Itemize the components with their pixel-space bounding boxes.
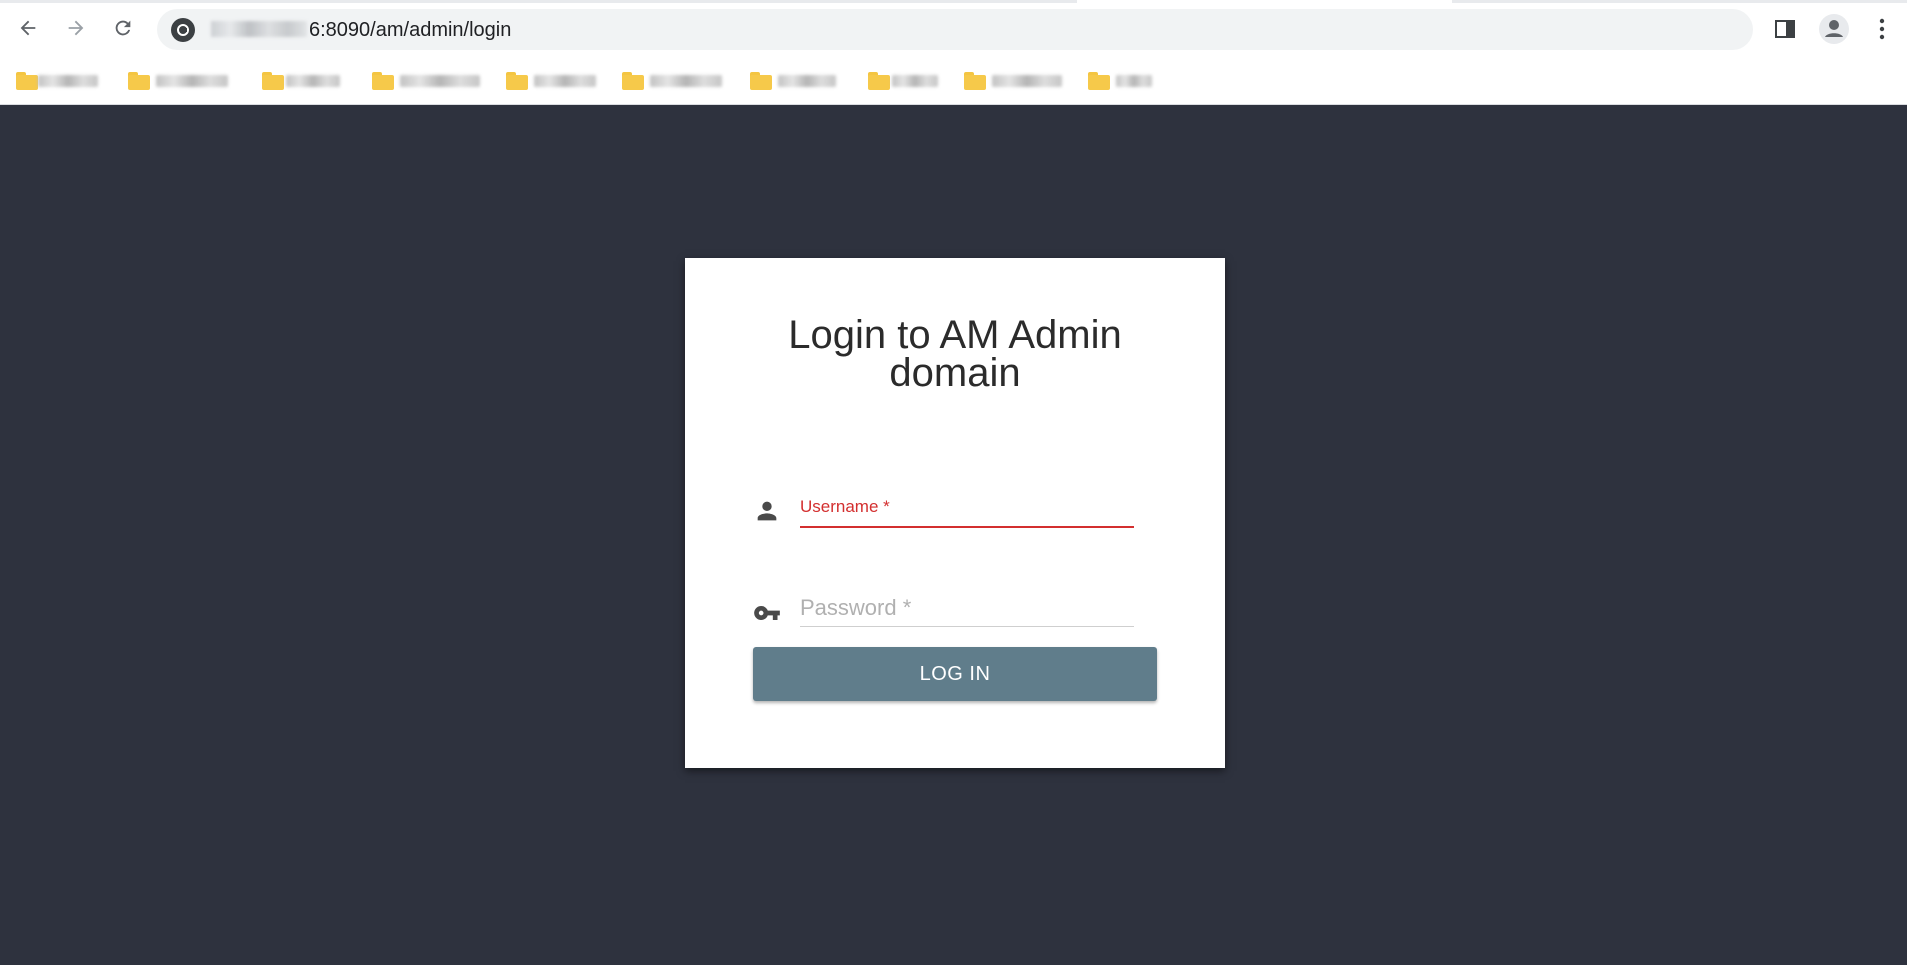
profile-avatar-icon	[1819, 14, 1849, 44]
folder-icon	[750, 72, 772, 90]
reload-button[interactable]	[109, 14, 137, 42]
bookmark-item[interactable]	[868, 67, 938, 95]
folder-icon	[964, 72, 986, 90]
bookmark-item[interactable]	[622, 67, 722, 95]
bookmark-item[interactable]	[750, 67, 836, 95]
folder-icon	[1088, 72, 1110, 90]
password-field[interactable]: Password *	[753, 571, 1153, 631]
username-underline	[800, 526, 1134, 528]
forward-button[interactable]	[62, 14, 90, 42]
person-icon	[757, 501, 777, 521]
bookmark-item[interactable]	[262, 67, 340, 95]
bookmark-item[interactable]	[128, 67, 228, 95]
back-button[interactable]	[14, 14, 42, 42]
folder-icon	[622, 72, 644, 90]
profile-button[interactable]	[1817, 12, 1851, 46]
side-panel-icon	[1775, 20, 1795, 38]
folder-icon	[16, 72, 38, 90]
browser-menu-button[interactable]	[1865, 12, 1899, 46]
bookmark-item[interactable]	[372, 67, 480, 95]
password-placeholder: Password *	[800, 595, 912, 620]
username-label: Username *	[800, 497, 890, 516]
side-panel-button[interactable]	[1768, 12, 1802, 46]
url-text: 6:8090/am/admin/login	[211, 19, 511, 42]
username-field[interactable]: Username *	[753, 471, 1153, 531]
tab-strip	[0, 0, 1907, 3]
browser-toolbar: 6:8090/am/admin/login	[0, 0, 1907, 57]
bookmark-item[interactable]	[16, 67, 98, 95]
password-underline	[800, 626, 1134, 627]
folder-icon	[868, 72, 890, 90]
more-vert-icon	[1879, 18, 1885, 40]
folder-icon	[262, 72, 284, 90]
url-host-redacted	[211, 21, 307, 37]
site-info-icon[interactable]	[171, 18, 195, 42]
bookmark-item[interactable]	[1088, 67, 1152, 95]
folder-icon	[128, 72, 150, 90]
key-icon	[754, 606, 780, 620]
login-card: Login to AM Admin domain Username * Pass…	[685, 258, 1225, 768]
bookmark-item[interactable]	[506, 67, 596, 95]
login-button[interactable]: LOG IN	[753, 647, 1157, 701]
reload-icon	[115, 20, 131, 36]
address-bar[interactable]: 6:8090/am/admin/login	[157, 9, 1753, 50]
arrow-left-icon	[20, 20, 36, 36]
folder-icon	[506, 72, 528, 90]
arrow-right-icon	[68, 20, 84, 36]
bookmark-item[interactable]	[964, 67, 1062, 95]
bookmarks-bar	[0, 57, 1907, 105]
page-title: Login to AM Admin domain	[788, 313, 1122, 395]
folder-icon	[372, 72, 394, 90]
